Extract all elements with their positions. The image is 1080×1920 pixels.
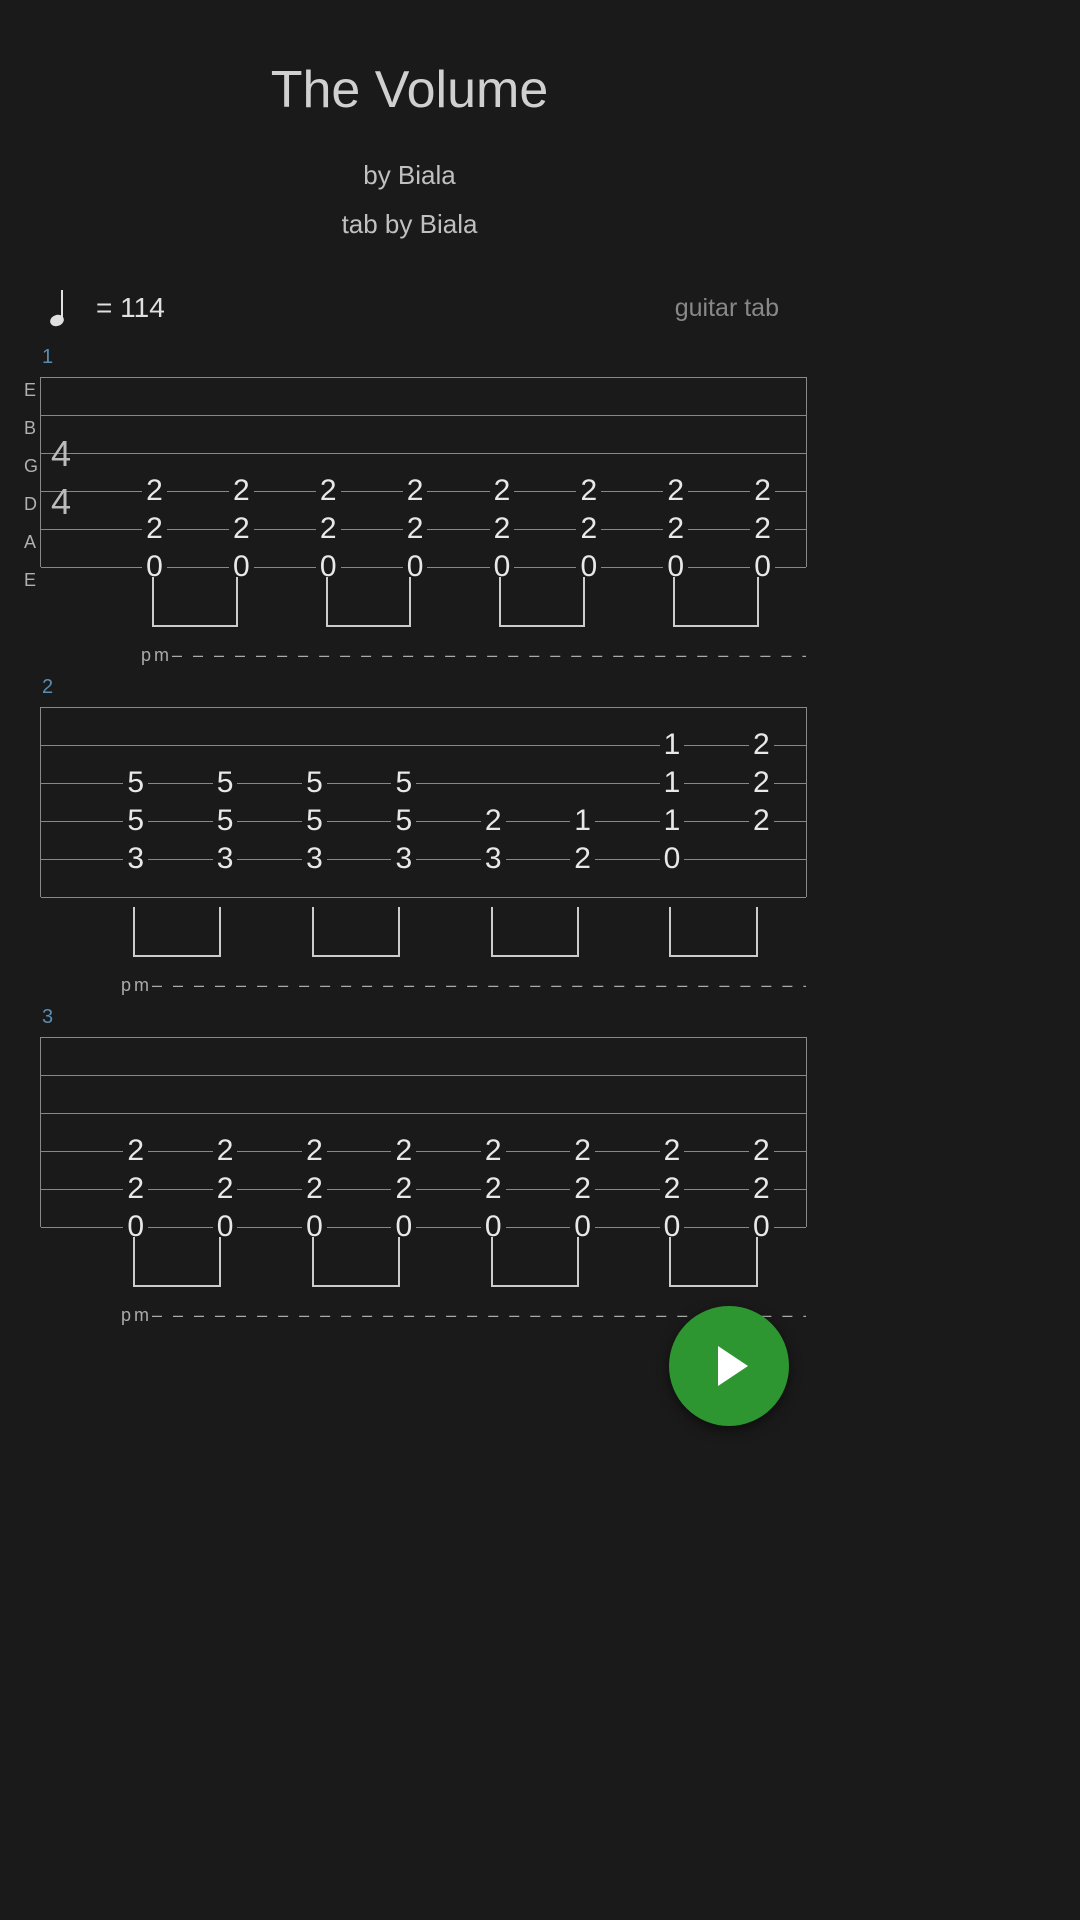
fret-number: 2 <box>302 1136 327 1166</box>
fret-number: 2 <box>403 514 428 544</box>
fret-number: 5 <box>302 768 327 798</box>
fret-number: 3 <box>123 844 148 874</box>
header: The Volume by Biala tab by Biala <box>0 0 819 240</box>
fret-number: 5 <box>391 768 416 798</box>
fret-number: 1 <box>660 730 685 760</box>
tab-staff: 222222222222222200000000pm– – – – – – – … <box>40 1037 807 1227</box>
play-icon <box>718 1346 748 1386</box>
measure-number: 3 <box>42 1006 807 1029</box>
palm-mute-marker: pm– – – – – – – – – – – – – – – – – – – … <box>41 975 806 996</box>
fret-number: 2 <box>660 1136 685 1166</box>
fret-number: 2 <box>749 730 774 760</box>
fret-number: 3 <box>481 844 506 874</box>
fret-number: 2 <box>316 476 341 506</box>
string-label: E <box>24 371 38 409</box>
fret-number: 2 <box>302 1174 327 1204</box>
string-label: G <box>24 447 38 485</box>
fret-number: 2 <box>660 1174 685 1204</box>
tab-staff: 12555512555521123333320pm– – – – – – – –… <box>40 707 807 897</box>
fret-number: 2 <box>481 1136 506 1166</box>
fret-number: 2 <box>142 514 167 544</box>
fret-number: 2 <box>570 1136 595 1166</box>
measure-number: 1 <box>42 346 807 369</box>
timesig-top: 4 <box>51 433 71 475</box>
fret-number: 2 <box>750 514 775 544</box>
fret-number: 5 <box>391 806 416 836</box>
fret-number: 2 <box>123 1136 148 1166</box>
fret-number: 5 <box>302 806 327 836</box>
tab-viewport[interactable]: 1EBGDAE44222222222222222200000000pm– – –… <box>0 346 819 1306</box>
fret-number: 2 <box>490 514 515 544</box>
fret-number: 0 <box>660 844 685 874</box>
fret-number: 2 <box>391 1136 416 1166</box>
fret-number: 1 <box>660 806 685 836</box>
fret-number: 2 <box>749 806 774 836</box>
fret-number: 2 <box>123 1174 148 1204</box>
fret-number: 2 <box>749 768 774 798</box>
play-button[interactable] <box>669 1306 789 1426</box>
fret-number: 1 <box>660 768 685 798</box>
fret-number: 5 <box>123 768 148 798</box>
measure[interactable]: 212555512555521123333320pm– – – – – – – … <box>12 676 807 976</box>
fret-number: 2 <box>490 476 515 506</box>
fret-number: 2 <box>481 1174 506 1204</box>
fret-number: 2 <box>403 476 428 506</box>
string-label: D <box>24 485 38 523</box>
string-label: A <box>24 523 38 561</box>
fret-number: 2 <box>663 514 688 544</box>
fret-number: 3 <box>213 844 238 874</box>
fret-number: 2 <box>570 844 595 874</box>
fret-number: 2 <box>229 476 254 506</box>
fret-number: 2 <box>749 1174 774 1204</box>
artist-byline: by Biala <box>0 160 819 191</box>
string-label: B <box>24 409 38 447</box>
fret-number: 2 <box>570 1174 595 1204</box>
tempo-row: = 114 guitar tab <box>0 240 819 346</box>
measure[interactable]: 1EBGDAE44222222222222222200000000pm– – –… <box>12 346 807 646</box>
fret-number: 2 <box>749 1136 774 1166</box>
fret-number: 2 <box>481 806 506 836</box>
fret-number: 5 <box>213 806 238 836</box>
fret-number: 2 <box>576 514 601 544</box>
fret-number: 2 <box>213 1136 238 1166</box>
fret-number: 2 <box>229 514 254 544</box>
tab-author: tab by Biala <box>0 209 819 240</box>
fret-number: 3 <box>302 844 327 874</box>
string-labels: EBGDAE <box>24 371 38 599</box>
palm-mute-marker: pm– – – – – – – – – – – – – – – – – – – … <box>41 645 806 666</box>
fret-number: 2 <box>576 476 601 506</box>
fret-number: 3 <box>391 844 416 874</box>
fret-number: 2 <box>213 1174 238 1204</box>
string-label: E <box>24 561 38 599</box>
measure-number: 2 <box>42 676 807 699</box>
song-title: The Volume <box>0 60 819 120</box>
fret-number: 2 <box>750 476 775 506</box>
fret-number: 2 <box>663 476 688 506</box>
measure[interactable]: 3222222222222222200000000pm– – – – – – –… <box>12 1006 807 1306</box>
fret-number: 1 <box>570 806 595 836</box>
track-name: guitar tab <box>675 294 779 323</box>
fret-number: 2 <box>142 476 167 506</box>
fret-number: 5 <box>123 806 148 836</box>
fret-number: 2 <box>391 1174 416 1204</box>
tab-staff: 44222222222222222200000000pm– – – – – – … <box>40 377 807 567</box>
fret-number: 2 <box>316 514 341 544</box>
quarter-note-icon <box>50 290 70 326</box>
tempo-value: = 114 <box>96 292 675 324</box>
fret-number: 5 <box>213 768 238 798</box>
